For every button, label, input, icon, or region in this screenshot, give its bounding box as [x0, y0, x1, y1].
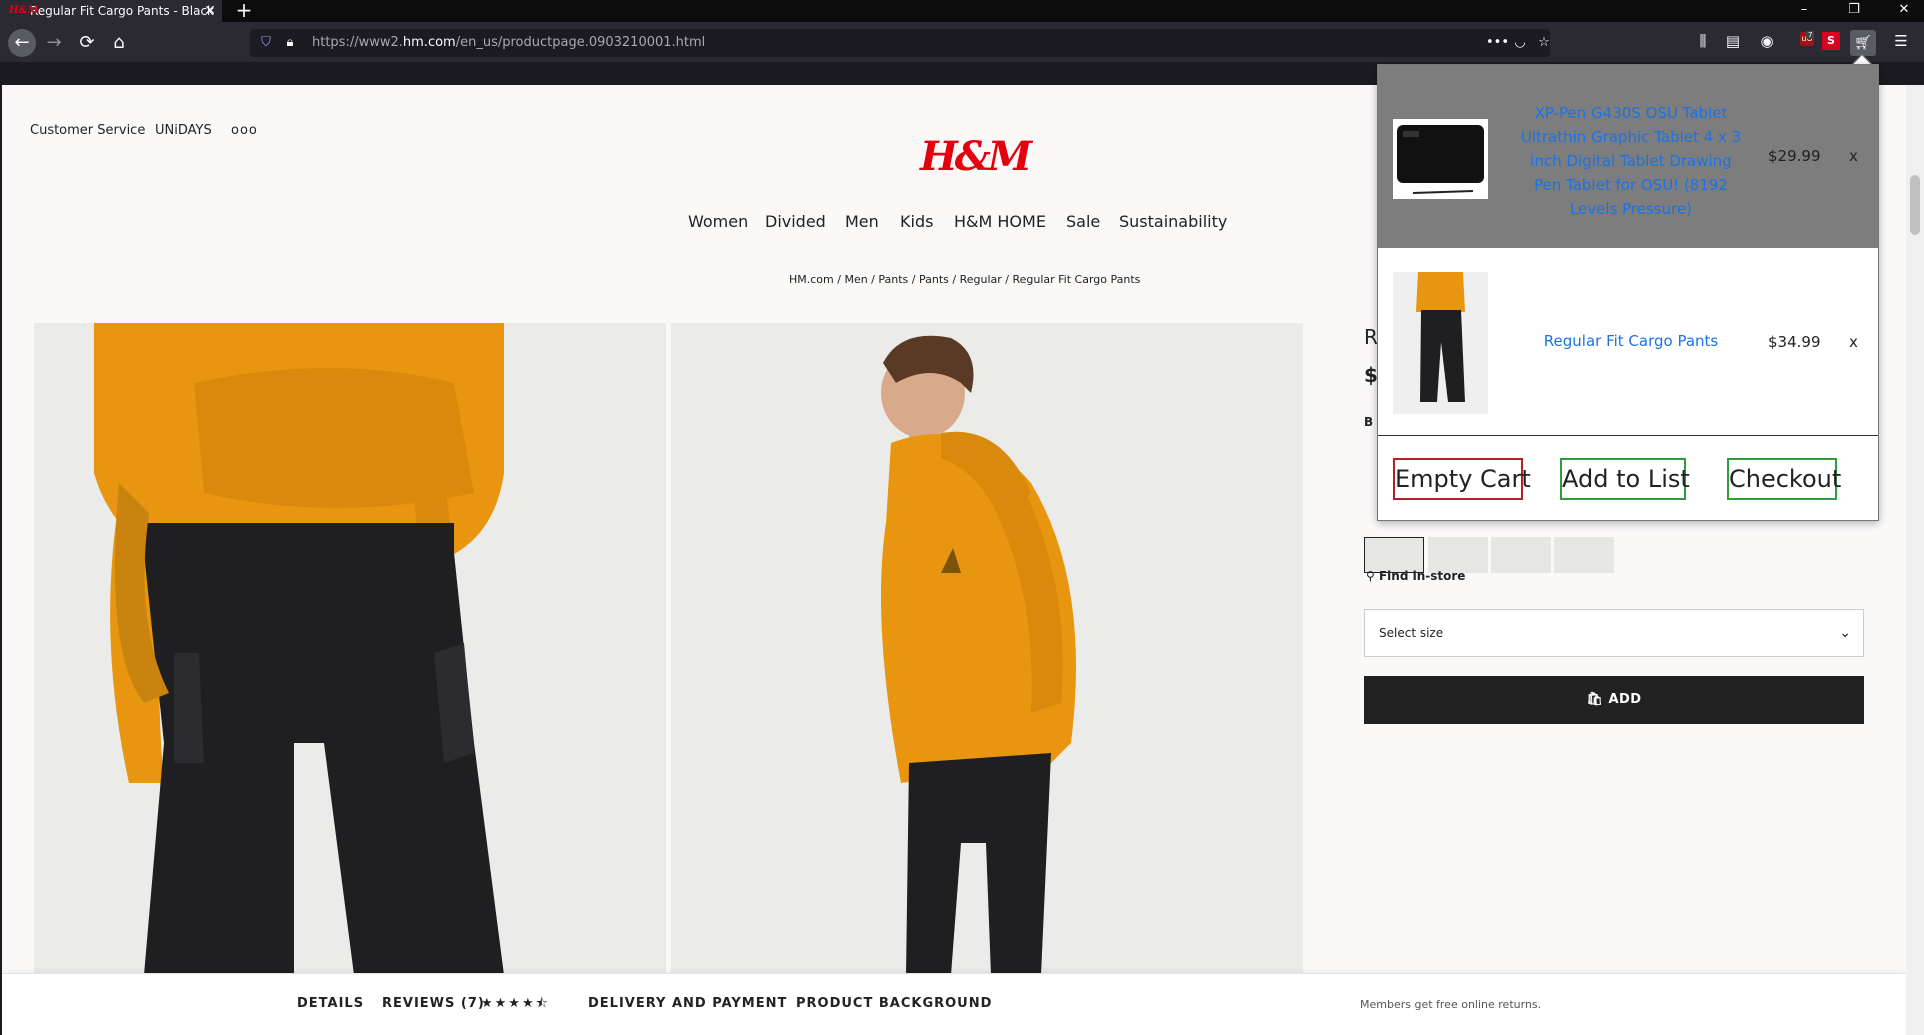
nav-divided[interactable]: Divided — [765, 212, 826, 231]
cart-item-row[interactable]: Regular Fit Cargo Pants $34.99 x — [1378, 248, 1878, 436]
library-icon[interactable]: ⫼ — [1692, 30, 1714, 52]
tab-strip: H&M Regular Fit Cargo Pants - Black ✕ + … — [0, 0, 1924, 22]
account-icon[interactable]: ◉ — [1756, 30, 1778, 52]
home-icon[interactable]: ⌂ — [105, 29, 133, 57]
tab-reviews[interactable]: REVIEWS (7) — [382, 996, 485, 1011]
extension-s-icon[interactable]: S — [1822, 32, 1840, 50]
minimize-icon[interactable]: – — [1784, 0, 1824, 22]
cart-item-name[interactable]: Regular Fit Cargo Pants — [1516, 329, 1746, 353]
bag-icon: 🛍︎ — [1586, 692, 1609, 707]
navigation-toolbar: ← → ⟳ ⌂ ⛉ 🔒︎ https://www2.hm.com/en_us/p… — [0, 22, 1924, 62]
hm-logo[interactable]: H&M — [920, 133, 1032, 180]
model-side-illustration — [881, 335, 1076, 975]
swatch-black[interactable] — [1364, 537, 1424, 573]
cart-extension-icon[interactable]: 🛒︎ — [1850, 30, 1876, 56]
lock-icon[interactable]: 🔒︎ — [282, 35, 298, 51]
bookmark-star-icon[interactable]: ☆ — [1536, 35, 1552, 51]
product-bottom-bar: DETAILS REVIEWS (7) ★★★★⯪ DELIVERY AND P… — [2, 973, 1906, 1035]
url-bar[interactable]: ⛉ 🔒︎ https://www2.hm.com/en_us/productpa… — [250, 29, 1550, 57]
restore-icon[interactable]: ❐ — [1834, 0, 1874, 22]
page-actions-icon[interactable]: ••• — [1486, 35, 1509, 51]
find-in-store-link[interactable]: ⚲ Find in-store — [1366, 569, 1465, 583]
browser-window: H&M Regular Fit Cargo Pants - Black ✕ + … — [0, 0, 1924, 1035]
checkout-button[interactable]: Checkout — [1727, 458, 1841, 500]
product-title: R — [1364, 325, 1378, 349]
add-to-bag-button[interactable]: 🛍︎ ADD — [1364, 676, 1864, 724]
tablet-image — [1397, 125, 1484, 194]
chevron-down-icon: ⌄ — [1839, 625, 1851, 641]
cart-item-remove-icon[interactable]: x — [1849, 333, 1858, 351]
cart-popup: XP-Pen G430S OSU Tablet Ultrathin Graphi… — [1377, 64, 1879, 521]
tab-delivery[interactable]: DELIVERY AND PAYMENT — [588, 996, 787, 1011]
tab-product-background[interactable]: PRODUCT BACKGROUND — [796, 996, 992, 1011]
size-select-label: Select size — [1379, 626, 1444, 640]
swatch-olive[interactable] — [1428, 537, 1488, 573]
product-color-label: B — [1364, 415, 1374, 429]
product-price: $ — [1364, 363, 1378, 387]
product-image-closeup[interactable] — [34, 323, 666, 975]
nav-hm-home[interactable]: H&M HOME — [954, 212, 1046, 231]
menu-hamburger-icon[interactable]: ☰ — [1890, 30, 1912, 52]
tab-close-icon[interactable]: ✕ — [202, 0, 218, 22]
rating-stars-icon: ★★★★⯪ — [481, 996, 550, 1011]
model-closeup-illustration — [94, 323, 504, 975]
forward-arrow-icon[interactable]: → — [40, 29, 68, 57]
cart-item-remove-icon[interactable]: x — [1849, 147, 1858, 165]
cart-item-name[interactable]: XP-Pen G430S OSU Tablet Ultrathin Graphi… — [1516, 101, 1746, 221]
cart-item-price: $34.99 — [1768, 333, 1821, 351]
ublock-count-badge: 7 — [1806, 31, 1815, 39]
new-tab-icon[interactable]: + — [234, 0, 254, 22]
location-pin-icon: ⚲ — [1366, 569, 1379, 583]
tracking-shield-icon[interactable]: ⛉ — [258, 35, 274, 51]
tab-details[interactable]: DETAILS — [297, 996, 364, 1011]
members-note: Members get free online returns. — [1360, 998, 1542, 1011]
nav-sale[interactable]: Sale — [1066, 212, 1100, 231]
cart-item-row[interactable]: XP-Pen G430S OSU Tablet Ultrathin Graphi… — [1378, 65, 1878, 248]
nav-sustainability[interactable]: Sustainability — [1119, 212, 1227, 231]
tab-title: Regular Fit Cargo Pants - Black — [30, 4, 214, 18]
pocket-icon[interactable]: ◡ — [1512, 35, 1528, 51]
customer-service-link[interactable]: Customer Service — [30, 123, 145, 138]
reload-icon[interactable]: ⟳ — [73, 29, 101, 57]
unidays-link[interactable]: UNiDAYS — [155, 123, 212, 138]
nav-men[interactable]: Men — [845, 212, 879, 231]
cart-item-price: $29.99 — [1768, 147, 1821, 165]
breadcrumb[interactable]: HM.com / Men / Pants / Pants / Regular /… — [789, 273, 1140, 286]
more-options-icon[interactable]: ooo — [231, 123, 258, 138]
nav-kids[interactable]: Kids — [900, 212, 933, 231]
back-arrow-icon[interactable]: ← — [8, 29, 36, 57]
size-select[interactable]: Select size ⌄ — [1364, 609, 1864, 657]
tab-active[interactable]: H&M Regular Fit Cargo Pants - Black ✕ — [0, 0, 222, 22]
page-scrollbar[interactable] — [1906, 85, 1924, 1035]
empty-cart-button[interactable]: Empty Cart — [1393, 458, 1531, 500]
nav-women[interactable]: Women — [688, 212, 748, 231]
product-image-model[interactable] — [671, 323, 1303, 975]
cart-item-thumbnail — [1393, 272, 1488, 414]
scroll-thumb[interactable] — [1910, 175, 1920, 235]
add-to-list-button[interactable]: Add to List — [1560, 458, 1690, 500]
cart-item-thumbnail — [1393, 119, 1488, 199]
url-text[interactable]: https://www2.hm.com/en_us/productpage.09… — [312, 29, 705, 57]
sidebar-icon[interactable]: ▤ — [1722, 30, 1744, 52]
cargo-pants-image — [1393, 272, 1488, 414]
swatch-beige[interactable] — [1554, 537, 1614, 573]
swatch-dark[interactable] — [1491, 537, 1551, 573]
hm-favicon-icon: H&M — [9, 5, 39, 16]
close-window-icon[interactable]: ✕ — [1884, 0, 1924, 22]
